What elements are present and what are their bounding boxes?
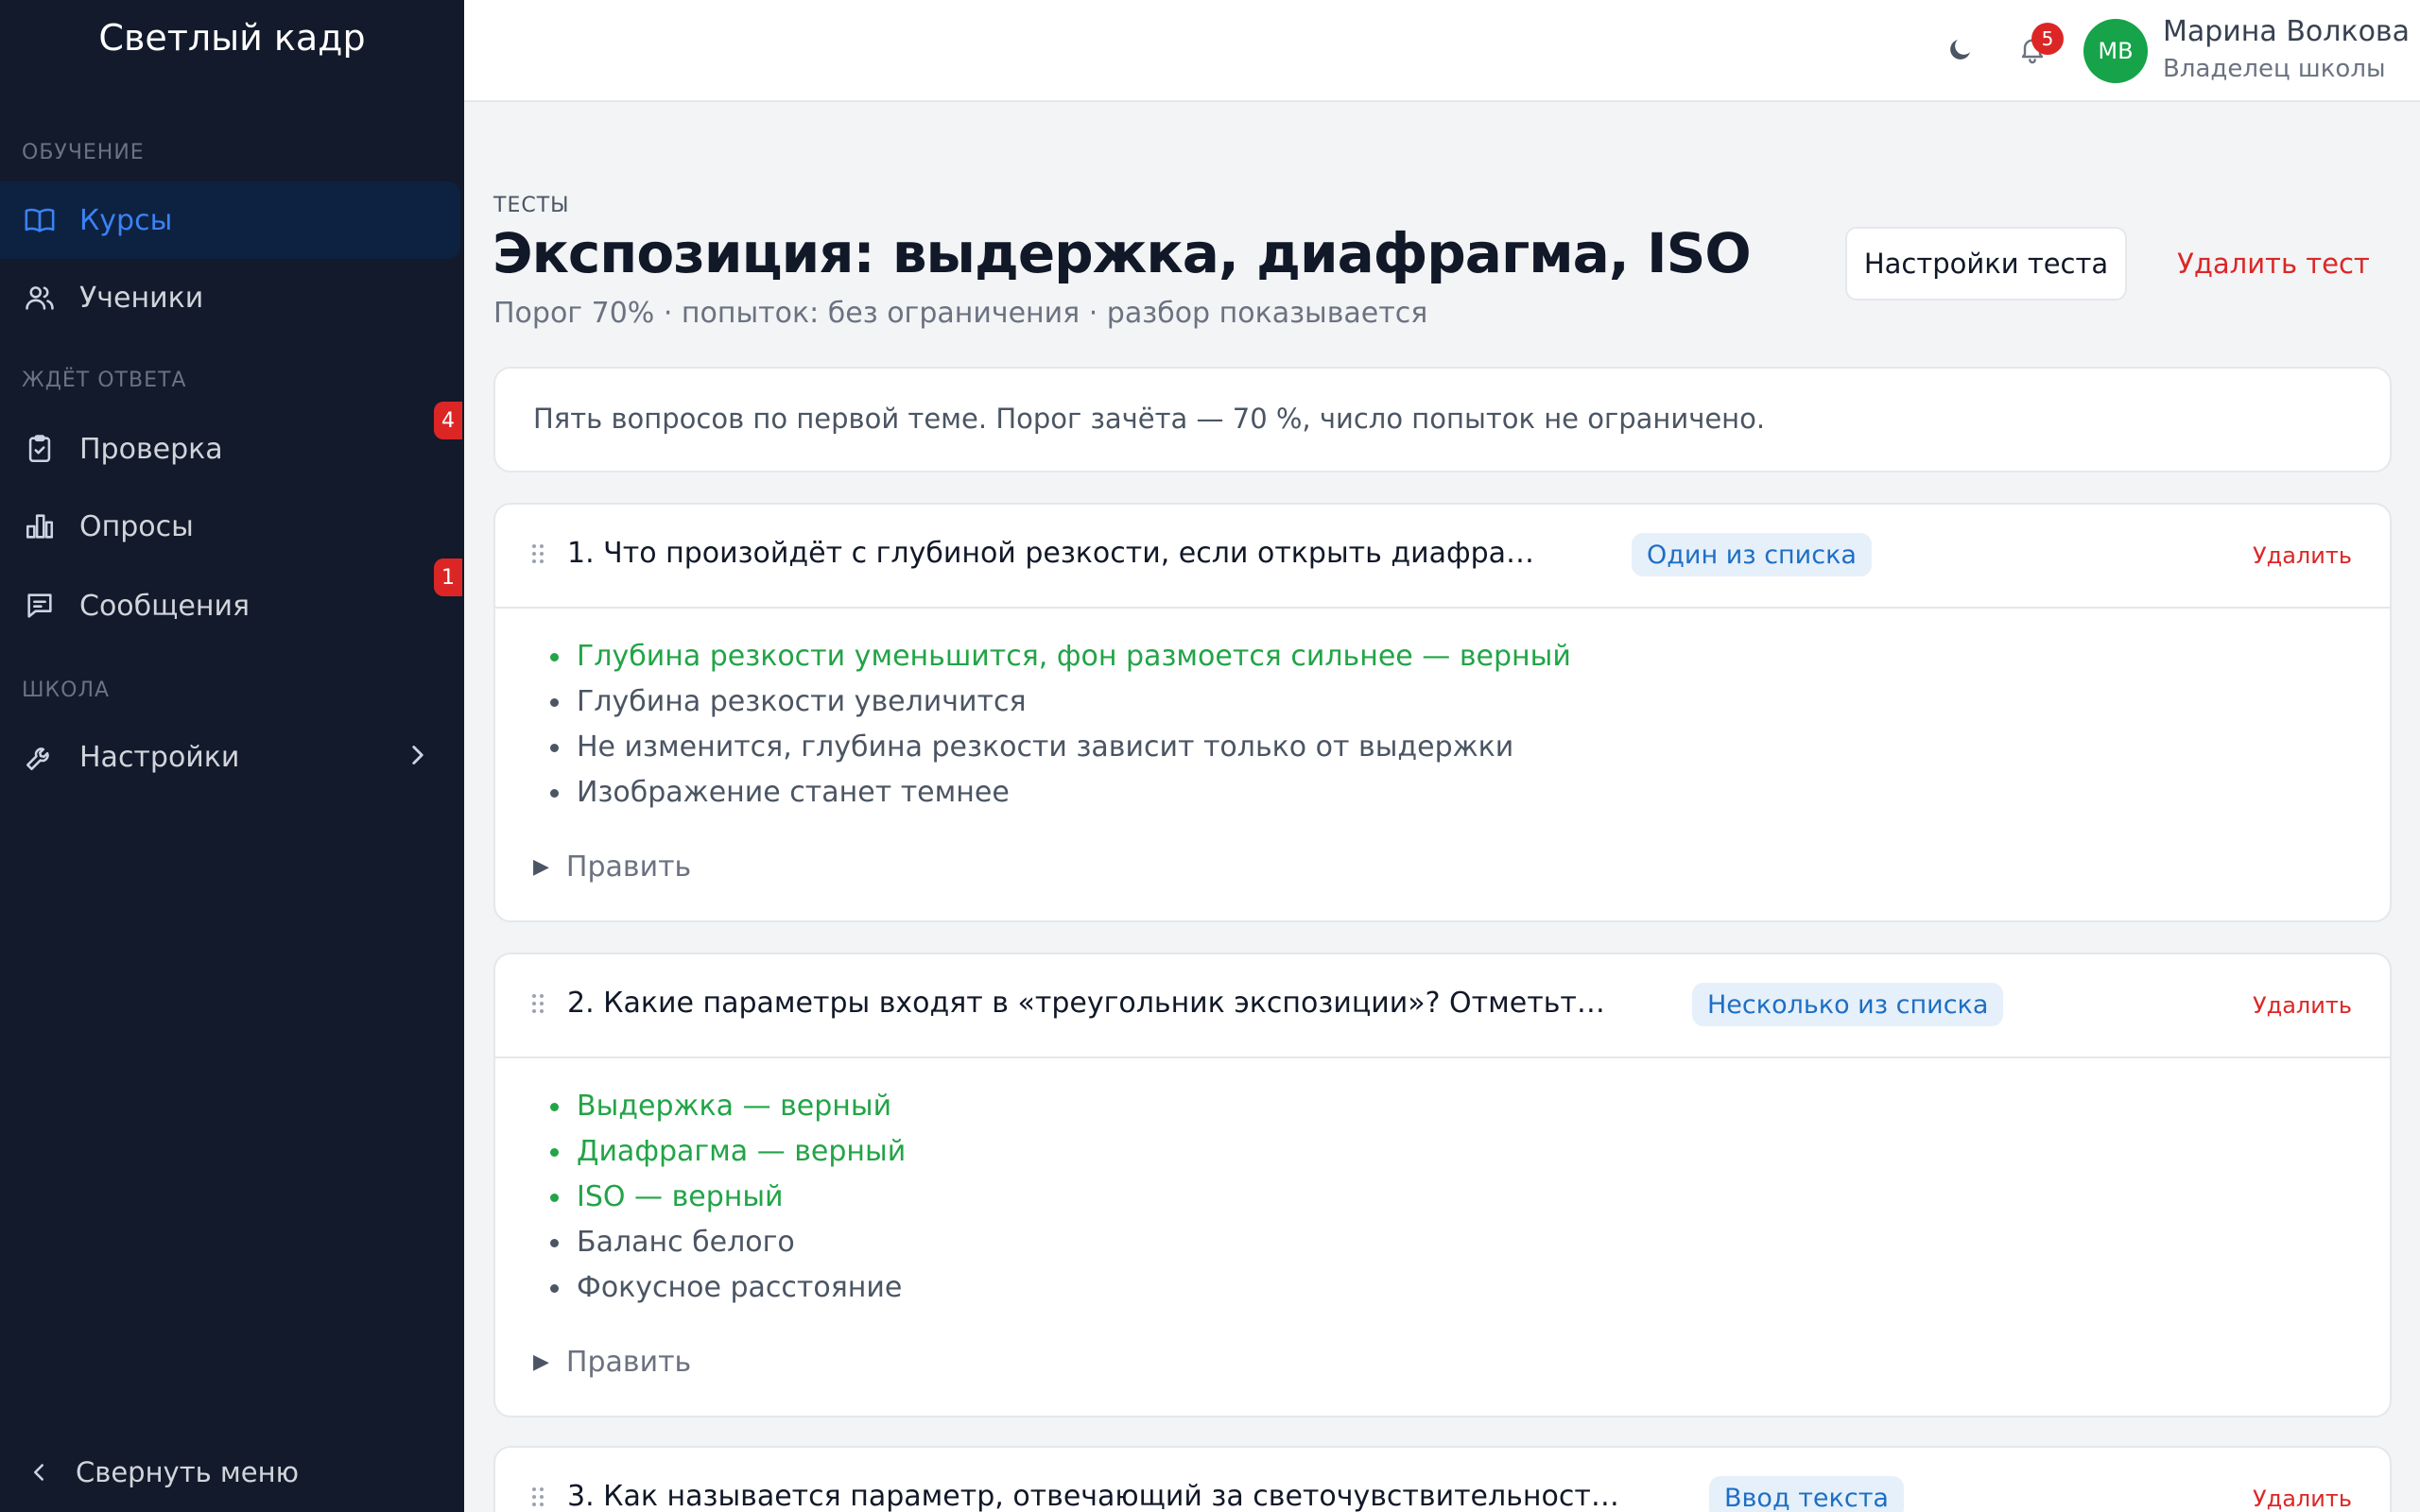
notifications-count-badge: 5 — [2031, 23, 2064, 55]
drag-handle-icon[interactable] — [531, 1486, 544, 1508]
avatar[interactable]: МВ — [2083, 19, 2148, 83]
answer-list: Глубина резкости уменьшится, фон размоет… — [541, 633, 1571, 815]
question-header: 2. Какие параметры входят в «треугольник… — [495, 954, 2390, 1058]
answer-option: Диафрагма — верный — [541, 1128, 906, 1174]
answer-option: Глубина резкости увеличится — [541, 679, 1571, 724]
question-type-badge: Один из списка — [1632, 533, 1872, 576]
delete-question-button[interactable]: Удалить — [2253, 992, 2352, 1019]
theme-toggle-button[interactable] — [1940, 30, 1981, 72]
wrench-icon — [23, 740, 57, 774]
sidebar-item-students[interactable]: Ученики — [0, 259, 460, 336]
sidebar-item-label: Сообщения — [79, 589, 251, 623]
answer-option: Выдержка — верный — [541, 1083, 906, 1128]
drag-handle-icon[interactable] — [531, 992, 544, 1015]
sidebar-item-label: Ученики — [79, 281, 204, 315]
clipboard-check-icon — [23, 432, 57, 466]
description-card: Пять вопросов по первой теме. Порог зачё… — [493, 367, 2392, 472]
question-type-badge: Несколько из списка — [1692, 983, 2004, 1026]
section-label-awaiting: ЖДЁТ ОТВЕТА — [22, 369, 187, 392]
page-title: Экспозиция: выдержка, диафрагма, ISO — [493, 221, 1752, 285]
section-label-school: ШКОЛА — [22, 679, 111, 702]
users-icon — [23, 281, 57, 315]
topbar: 5 МВ Марина Волкова Владелец школы — [464, 0, 2420, 102]
sidebar-item-label: Проверка — [79, 432, 223, 466]
question-header: 1. Что произойдёт с глубиной резкости, е… — [495, 505, 2390, 609]
answer-option: Баланс белого — [541, 1219, 906, 1264]
section-label-learning: ОБУЧЕНИЕ — [22, 141, 145, 164]
collapse-menu-button[interactable]: Свернуть меню — [23, 1446, 299, 1499]
answer-option: Не изменится, глубина резкости зависит т… — [541, 724, 1571, 769]
sidebar-item-courses[interactable]: Курсы — [0, 181, 460, 259]
answer-list: Выдержка — верный Диафрагма — верный ISO… — [541, 1083, 906, 1310]
answer-option: Глубина резкости уменьшится, фон размоет… — [541, 633, 1571, 679]
answer-option: Изображение станет темнее — [541, 769, 1571, 815]
test-settings-button[interactable]: Настройки теста — [1845, 227, 2127, 301]
delete-question-button[interactable]: Удалить — [2253, 542, 2352, 569]
triangle-right-icon: ▶ — [533, 855, 549, 879]
test-description: Пять вопросов по первой теме. Порог зачё… — [533, 403, 1766, 435]
edit-label: Править — [565, 1346, 692, 1379]
test-meta: Порог 70% · попыток: без ограничения · р… — [493, 297, 1428, 330]
user-name[interactable]: Марина Волкова — [2163, 15, 2410, 48]
question-header: 3. Как называется параметр, отвечающий з… — [495, 1448, 2390, 1512]
edit-label: Править — [565, 850, 692, 884]
messages-count-badge: 1 — [434, 558, 462, 596]
brand-logo[interactable]: Светлый кадр — [0, 17, 464, 59]
section-eyebrow: ТЕСТЫ — [493, 194, 570, 217]
question-card: 3. Как называется параметр, отвечающий з… — [493, 1446, 2392, 1512]
question-card: 2. Какие параметры входят в «треугольник… — [493, 953, 2392, 1418]
edit-question-toggle[interactable]: ▶ Править — [533, 850, 691, 884]
sidebar-item-polls[interactable]: Опросы — [0, 488, 460, 565]
edit-question-toggle[interactable]: ▶ Править — [533, 1346, 691, 1379]
sidebar-item-label: Курсы — [79, 203, 173, 237]
sidebar-item-label: Опросы — [79, 509, 194, 543]
chevron-right-icon — [402, 739, 434, 779]
answer-option: ISO — верный — [541, 1174, 906, 1219]
sidebar-item-settings[interactable]: Настройки — [0, 718, 460, 796]
sidebar: Светлый кадр ОБУЧЕНИЕ Курсы Ученики ЖДЁТ… — [0, 0, 464, 1512]
sidebar-item-review[interactable]: Проверка — [0, 410, 460, 488]
delete-question-button[interactable]: Удалить — [2253, 1486, 2352, 1512]
question-title: 2. Какие параметры входят в «треугольник… — [567, 987, 1609, 1020]
bar-chart-icon — [23, 509, 57, 543]
question-card: 1. Что произойдёт с глубиной резкости, е… — [493, 503, 2392, 922]
book-icon — [23, 203, 57, 237]
message-icon — [23, 589, 57, 623]
delete-test-button[interactable]: Удалить тест — [2165, 227, 2382, 301]
chevron-left-icon — [23, 1458, 55, 1486]
triangle-right-icon: ▶ — [533, 1350, 549, 1374]
sidebar-item-label: Настройки — [79, 740, 240, 774]
sidebar-item-messages[interactable]: Сообщения — [0, 567, 460, 644]
question-title: 3. Как называется параметр, отвечающий з… — [567, 1480, 1626, 1512]
collapse-menu-label: Свернуть меню — [76, 1456, 300, 1488]
moon-icon — [1946, 35, 1975, 67]
question-title: 1. Что произойдёт с глубиной резкости, е… — [567, 537, 1545, 570]
answer-option: Фокусное расстояние — [541, 1264, 906, 1310]
drag-handle-icon[interactable] — [531, 542, 544, 565]
review-count-badge: 4 — [434, 402, 462, 439]
user-role: Владелец школы — [2163, 55, 2386, 83]
question-type-badge: Ввод текста — [1709, 1476, 1904, 1512]
